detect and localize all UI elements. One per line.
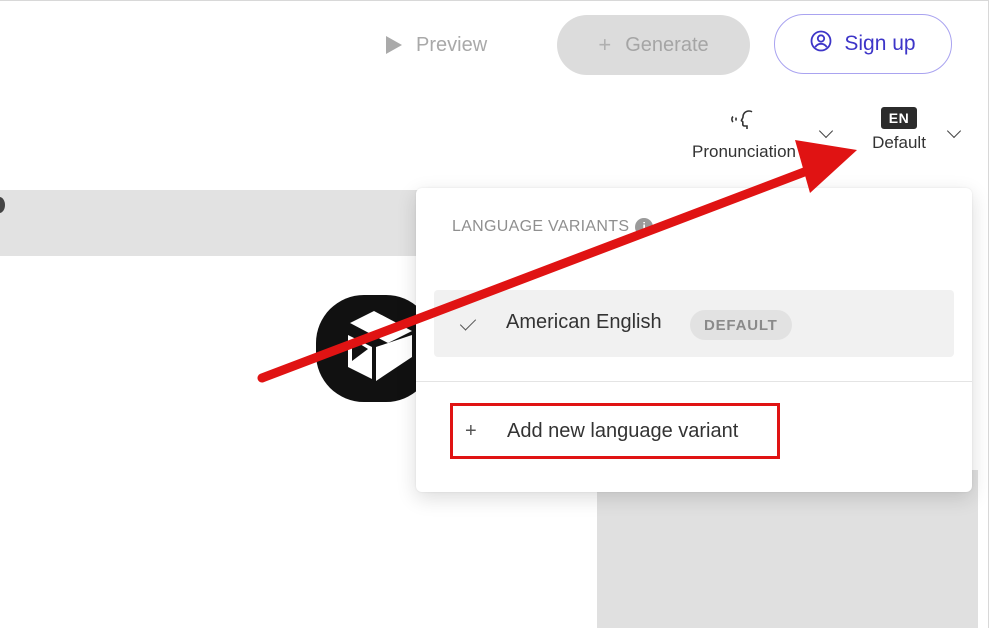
generate-label: Generate bbox=[625, 33, 709, 56]
language-variants-heading: LANGUAGE VARIANTS i bbox=[452, 218, 654, 236]
pronunciation-button[interactable]: Pronunciation bbox=[682, 108, 806, 161]
editor-side-panel bbox=[597, 470, 978, 628]
sign-up-button[interactable]: Sign up bbox=[774, 14, 952, 74]
default-badge: DEFAULT bbox=[690, 310, 792, 340]
plus-icon: + bbox=[598, 32, 612, 57]
add-language-variant-button[interactable]: + Add new language variant bbox=[450, 403, 780, 459]
variant-name: American English bbox=[506, 311, 662, 333]
play-icon bbox=[386, 36, 402, 54]
language-selector[interactable]: EN Default bbox=[864, 107, 934, 153]
generate-button[interactable]: + Generate bbox=[557, 15, 750, 75]
sign-up-label: Sign up bbox=[844, 32, 916, 55]
editor-header-strip bbox=[0, 190, 470, 256]
user-circle-icon bbox=[810, 30, 832, 58]
language-variant-item[interactable]: American English DEFAULT bbox=[434, 290, 954, 357]
info-icon[interactable]: i bbox=[635, 218, 654, 236]
speaking-head-icon bbox=[682, 108, 806, 138]
pronunciation-label: Pronunciation bbox=[692, 142, 796, 161]
pronunciation-chevron-down-icon[interactable] bbox=[818, 123, 834, 139]
plus-icon: + bbox=[465, 420, 477, 442]
checkmark-icon bbox=[459, 314, 477, 331]
divider bbox=[416, 381, 972, 382]
top-border bbox=[0, 0, 989, 1]
preview-label: Preview bbox=[416, 33, 488, 56]
add-variant-label: Add new language variant bbox=[507, 420, 739, 442]
language-chevron-down-icon[interactable] bbox=[946, 123, 962, 139]
language-variants-title: LANGUAGE VARIANTS bbox=[452, 218, 630, 235]
preview-button[interactable]: Preview bbox=[386, 30, 487, 60]
language-label: Default bbox=[872, 133, 926, 152]
language-variants-dropdown: LANGUAGE VARIANTS i American English DEF… bbox=[416, 188, 972, 492]
language-code-badge: EN bbox=[880, 107, 918, 129]
